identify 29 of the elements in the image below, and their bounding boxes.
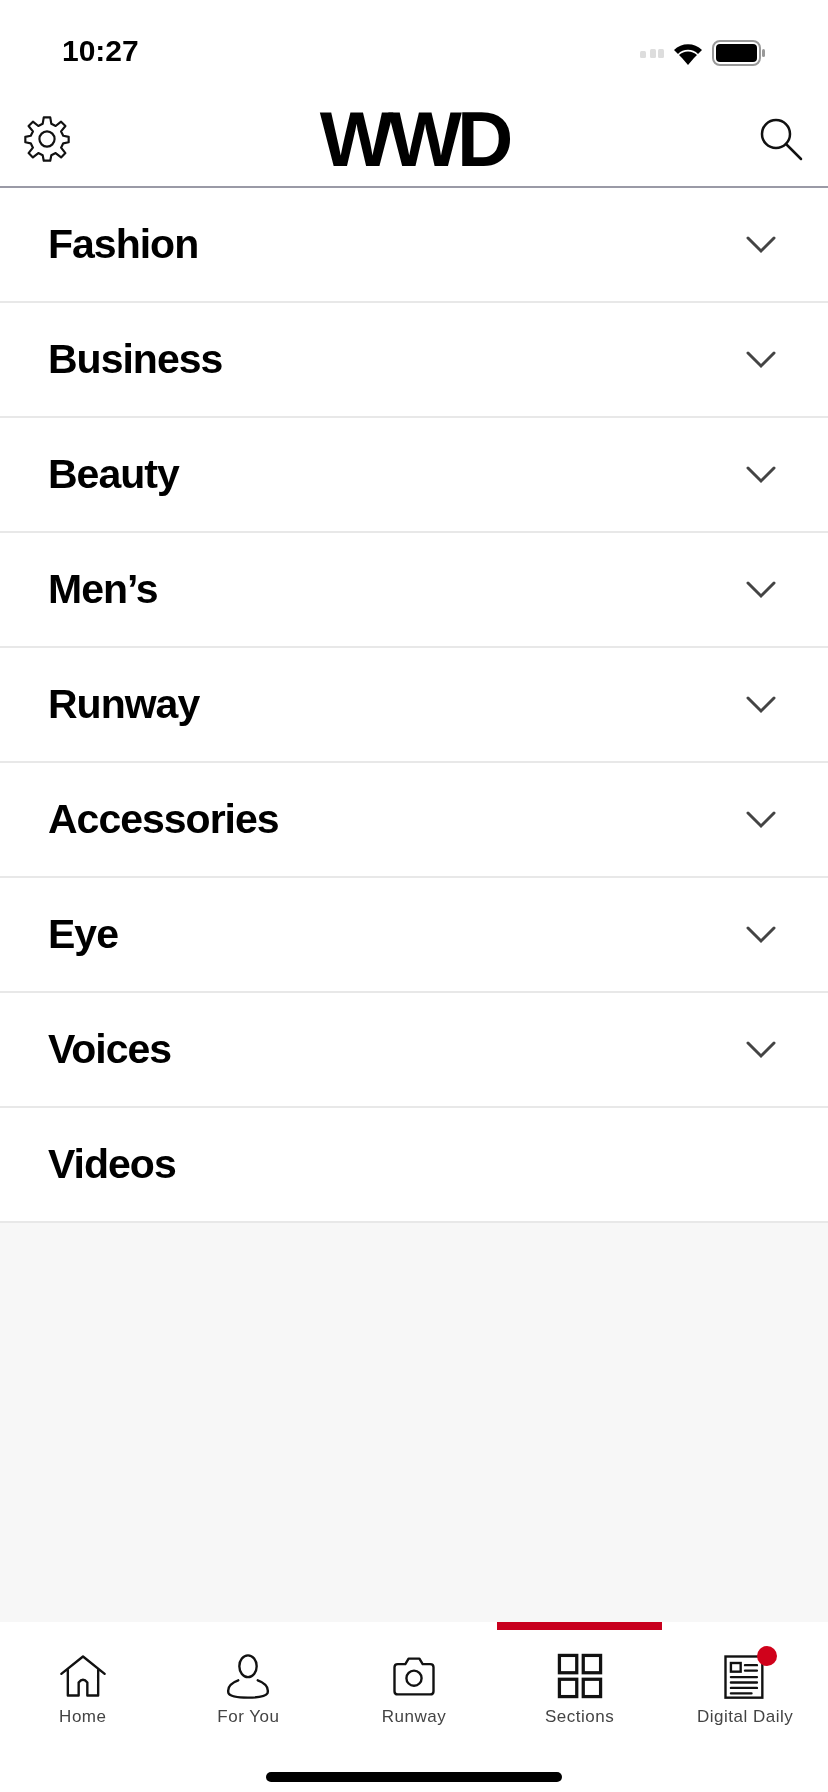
tab-item[interactable]: Digital Daily [662,1622,828,1730]
battery-icon [712,40,766,66]
section-label: Business [48,334,223,384]
chevron-down-icon [746,580,776,599]
wifi-icon [672,41,704,65]
section-label: Men’s [48,564,158,614]
chevron-down-icon [746,235,776,254]
chevron-down-icon [746,465,776,484]
section-label: Beauty [48,449,179,499]
search-icon [758,116,804,162]
tab-item[interactable]: Sections [496,1622,663,1730]
chevron-down-icon [746,810,776,829]
section-label: Voices [48,1024,172,1074]
section-label: Fashion [48,219,199,269]
tab-item[interactable]: Runway [331,1622,497,1730]
section-label: Runway [48,679,200,729]
section-label: Videos [48,1139,176,1189]
section-label: Accessories [48,794,279,844]
chevron-down-icon [746,925,776,944]
chevron-down-icon [746,695,776,714]
signal-icon [640,48,664,58]
tab-item[interactable]: For You [165,1622,332,1730]
chevron-down-icon [746,1040,776,1059]
section-label: Eye [48,909,118,959]
logo: WWD [319,100,509,178]
settings-icon [21,113,73,165]
tab-item[interactable]: Home [0,1622,166,1730]
status-time: 10:27 [62,36,139,66]
chevron-down-icon [746,350,776,369]
